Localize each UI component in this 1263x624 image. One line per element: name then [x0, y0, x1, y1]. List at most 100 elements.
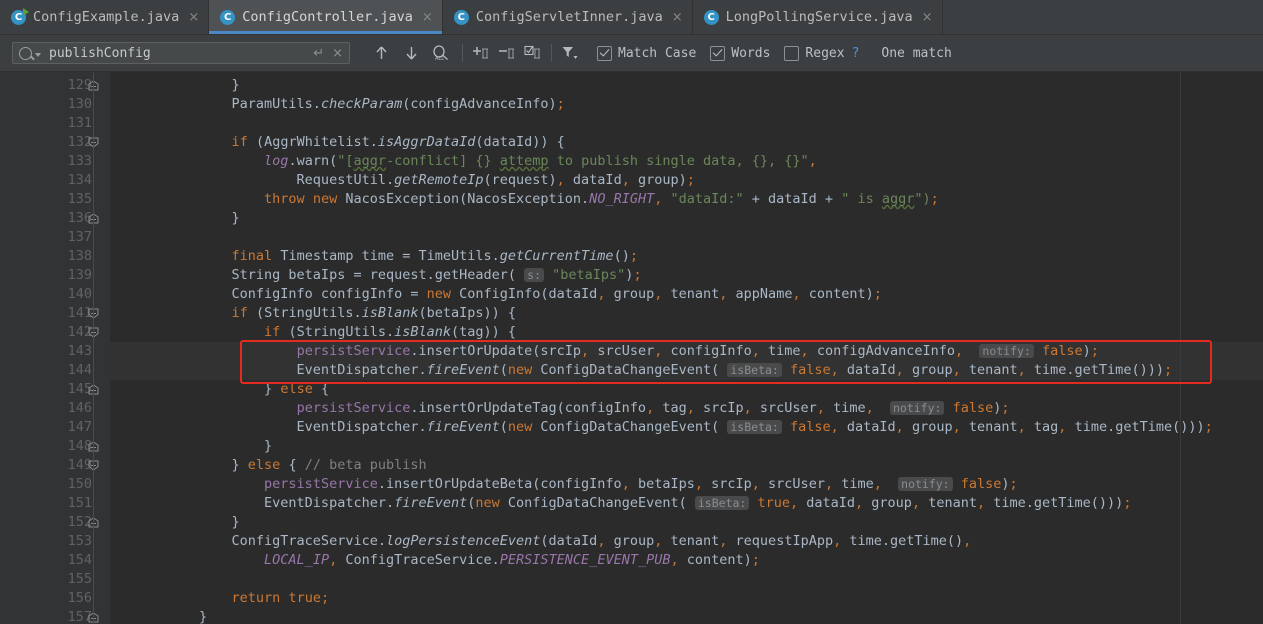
code-line[interactable]: if (StringUtils.isBlank(betaIps)) { — [110, 304, 1263, 323]
code-token: , — [963, 533, 971, 549]
select-all-occurrences-button[interactable]: ALL — [428, 40, 454, 66]
code-line[interactable]: if (StringUtils.isBlank(tag)) { — [110, 323, 1263, 342]
code-token: , — [792, 286, 800, 302]
code-token: , — [817, 400, 825, 416]
code-token: appName — [727, 286, 792, 302]
code-token: srcIp — [695, 400, 744, 416]
search-history-chevron-down-icon[interactable] — [35, 53, 41, 57]
filter-search-results-button[interactable] — [557, 40, 583, 66]
code-line[interactable]: } — [110, 76, 1263, 95]
code-line[interactable]: persistService.insertOrUpdateBeta(config… — [110, 475, 1263, 494]
match-case-checkbox[interactable]: Match Case — [597, 46, 696, 61]
close-icon[interactable]: × — [188, 11, 199, 24]
code-token: ; — [931, 191, 939, 207]
code-token: ConfigTraceService. — [337, 552, 500, 568]
code-line[interactable] — [110, 228, 1263, 247]
code-token: " is — [841, 191, 882, 207]
add-line-to-selection-button[interactable] — [468, 40, 494, 66]
parameter-hint: s: — [524, 268, 544, 282]
code-line[interactable]: ConfigInfo configInfo = new ConfigInfo(d… — [110, 285, 1263, 304]
code-token: group — [605, 533, 654, 549]
close-icon[interactable]: × — [922, 11, 933, 24]
code-line[interactable]: return true; — [110, 589, 1263, 608]
code-line[interactable]: LOCAL_IP, ConfigTraceService.PERSISTENCE… — [110, 551, 1263, 570]
code-line[interactable]: String betaIps = request.getHeader( s: "… — [110, 266, 1263, 285]
code-token: ConfigTraceService. — [134, 533, 386, 549]
code-line[interactable]: EventDispatcher.fireEvent(new ConfigData… — [110, 361, 1263, 380]
code-token: ; — [630, 248, 638, 264]
editor-tab-configservletinner[interactable]: CConfigServletInner.java× — [443, 0, 693, 34]
select-all-lines-button[interactable] — [520, 40, 546, 66]
code-line[interactable]: EventDispatcher.fireEvent(new ConfigData… — [110, 418, 1263, 437]
code-line[interactable]: ConfigTraceService.logPersistenceEvent(d… — [110, 532, 1263, 551]
code-content[interactable]: } ParamUtils.checkParam(configAdvanceInf… — [110, 72, 1263, 624]
search-clear-icon[interactable]: × — [332, 46, 343, 61]
code-line[interactable]: EventDispatcher.fireEvent(new ConfigData… — [110, 494, 1263, 513]
code-token: "betaIps" — [552, 267, 625, 283]
regex-help-icon[interactable]: ? — [852, 46, 860, 61]
code-token: (dataId — [540, 533, 597, 549]
close-icon[interactable]: × — [422, 11, 433, 24]
code-token: } — [134, 77, 240, 93]
editor-tab-configexample[interactable]: CConfigExample.java× — [0, 0, 209, 34]
code-line[interactable]: } — [110, 513, 1263, 532]
code-line[interactable]: } else { — [110, 380, 1263, 399]
code-line[interactable]: } — [110, 209, 1263, 228]
code-token: time — [825, 400, 866, 416]
code-line[interactable]: persistService.insertOrUpdate(srcIp, src… — [110, 342, 1263, 361]
find-next-button[interactable] — [398, 40, 424, 66]
code-token — [134, 343, 297, 359]
code-token — [134, 134, 232, 150]
code-token: ConfigDataChangeEvent( — [500, 495, 695, 511]
words-checkbox-box — [710, 46, 725, 61]
code-line[interactable]: throw new NacosException(NacosException.… — [110, 190, 1263, 209]
code-token: requestIpApp — [727, 533, 833, 549]
code-token: + dataId + — [744, 191, 842, 207]
code-token: ; — [1010, 476, 1018, 492]
code-token: (tag)) { — [451, 324, 516, 340]
code-token: ; — [1164, 362, 1172, 378]
code-line[interactable]: ParamUtils.checkParam(configAdvanceInfo)… — [110, 95, 1263, 114]
code-token: configAdvanceInfo — [809, 343, 955, 359]
parameter-hint: isBeta: — [727, 363, 781, 377]
code-token: tenant — [662, 533, 719, 549]
code-token: , — [955, 343, 963, 359]
code-token — [944, 400, 952, 416]
code-token: "dataId:" — [671, 191, 744, 207]
code-token: , — [809, 153, 817, 169]
search-enter-icon[interactable]: ↵ — [313, 46, 324, 61]
code-token: NacosException(NacosException. — [337, 191, 589, 207]
code-token: LOCAL_IP — [264, 552, 329, 568]
editor-tab-configcontroller[interactable]: CConfigController.java× — [209, 0, 443, 34]
code-line[interactable] — [110, 570, 1263, 589]
regex-checkbox[interactable]: Regex — [784, 46, 844, 61]
java-class-icon: C — [220, 10, 235, 25]
code-token: if — [264, 324, 280, 340]
code-token: checkParam — [321, 96, 402, 112]
code-token: fireEvent — [427, 419, 500, 435]
code-token — [782, 419, 790, 435]
code-line[interactable]: } else { // beta publish — [110, 456, 1263, 475]
code-token: PERSISTENCE_EVENT_PUB — [500, 552, 671, 568]
close-icon[interactable]: × — [672, 11, 683, 24]
code-token: content) — [801, 286, 874, 302]
remove-line-from-selection-button[interactable] — [494, 40, 520, 66]
code-line[interactable]: final Timestamp time = TimeUtils.getCurr… — [110, 247, 1263, 266]
code-editor[interactable]: 1291301311321331341351361371381391401411… — [0, 72, 1263, 624]
code-line[interactable]: log.warn("[aggr-conflict] {} attemp to p… — [110, 152, 1263, 171]
find-previous-button[interactable] — [368, 40, 394, 66]
code-token: new — [508, 419, 532, 435]
line-number: 135 — [6, 190, 110, 209]
code-line[interactable]: RequestUtil.getRemoteIp(request), dataId… — [110, 171, 1263, 190]
editor-tab-longpollingservice[interactable]: CLongPollingService.java× — [693, 0, 943, 34]
search-input[interactable]: publishConfig ↵ × — [12, 42, 350, 64]
code-line[interactable] — [110, 114, 1263, 133]
editor-tab-bar: CConfigExample.java×CConfigController.ja… — [0, 0, 1263, 35]
code-line[interactable]: if (AggrWhitelist.isAggrDataId(dataId)) … — [110, 133, 1263, 152]
code-token: , — [977, 495, 985, 511]
line-number: 153 — [6, 532, 110, 551]
code-line[interactable]: persistService.insertOrUpdateTag(configI… — [110, 399, 1263, 418]
code-line[interactable]: } — [110, 437, 1263, 456]
words-checkbox[interactable]: Words — [710, 46, 770, 61]
code-token — [544, 267, 552, 283]
